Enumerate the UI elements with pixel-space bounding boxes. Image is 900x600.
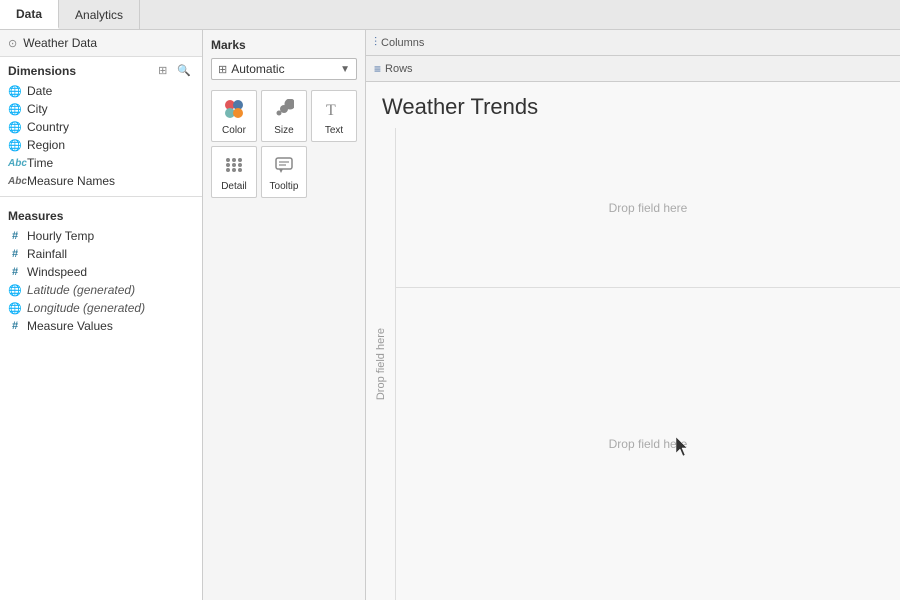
globe-icon: 🌐 <box>8 103 22 116</box>
datasource-icon: ⊙ <box>8 37 17 50</box>
marks-type-dropdown[interactable]: ⊞ Automatic ▼ <box>211 58 357 80</box>
marks-panel: Marks ⊞ Automatic ▼ Color <box>203 30 366 600</box>
field-longitude[interactable]: 🌐 Longitude (generated) <box>4 299 198 317</box>
dimensions-grid-icon[interactable]: ⊞ <box>155 63 170 78</box>
text-icon: T <box>324 99 344 123</box>
abc-icon: Abc <box>8 176 22 187</box>
datasource-name: Weather Data <box>23 36 97 50</box>
marks-buttons-grid: Color Size T <box>211 90 357 198</box>
dropdown-arrow-icon: ▼ <box>340 64 350 75</box>
field-region[interactable]: 🌐 Region <box>4 136 198 154</box>
drop-field-top: Drop field here <box>609 201 688 215</box>
chart-left-shelf[interactable]: Drop field here <box>366 128 396 600</box>
measures-title: Measures <box>8 209 63 223</box>
rows-label: ≡ Rows <box>374 62 434 76</box>
chart-area: Drop field here Drop field here Drop fie… <box>366 128 900 600</box>
section-divider <box>0 196 202 197</box>
cursor-pointer <box>676 437 692 460</box>
dimensions-title: Dimensions <box>8 64 76 78</box>
tab-analytics[interactable]: Analytics <box>59 0 140 29</box>
dimensions-search-icon[interactable]: 🔍 <box>174 63 194 78</box>
svg-text:T: T <box>326 102 336 119</box>
chart-bottom-row[interactable]: Drop field here <box>396 288 900 600</box>
marks-size-button[interactable]: Size <box>261 90 307 142</box>
field-date[interactable]: 🌐 Date <box>4 82 198 100</box>
field-hourly-temp[interactable]: # Hourly Temp <box>4 227 198 245</box>
field-rainfall[interactable]: # Rainfall <box>4 245 198 263</box>
hash-icon: # <box>8 266 22 278</box>
size-icon <box>274 99 294 123</box>
hash-icon: # <box>8 320 22 332</box>
field-latitude[interactable]: 🌐 Latitude (generated) <box>4 281 198 299</box>
field-city[interactable]: 🌐 City <box>4 100 198 118</box>
field-windspeed[interactable]: # Windspeed <box>4 263 198 281</box>
hash-globe-icon: 🌐 <box>8 302 22 315</box>
datasource-header[interactable]: ⊙ Weather Data <box>0 30 202 57</box>
hash-icon: # <box>8 248 22 260</box>
abc-icon: Abc <box>8 158 22 169</box>
marks-color-button[interactable]: Color <box>211 90 257 142</box>
columns-shelf[interactable]: ⫶ Columns <box>366 30 900 56</box>
field-measure-names[interactable]: Abc Measure Names <box>4 172 198 190</box>
chart-title: Weather Trends <box>366 82 900 128</box>
measures-list: # Hourly Temp # Rainfall # Windspeed 🌐 L… <box>0 227 202 335</box>
chart-top-row[interactable]: Drop field here <box>396 128 900 288</box>
dimensions-list: 🌐 Date 🌐 City 🌐 Country 🌐 Region Abc Tim… <box>0 82 202 190</box>
chart-main: Drop field here Drop field here <box>396 128 900 600</box>
hash-globe-icon: 🌐 <box>8 284 22 297</box>
columns-icon: ⫶ <box>374 35 377 50</box>
marks-title: Marks <box>211 38 357 52</box>
field-time[interactable]: Abc Time <box>4 154 198 172</box>
tab-data[interactable]: Data <box>0 0 59 29</box>
detail-icon <box>224 155 244 179</box>
left-panel: ⊙ Weather Data Dimensions ⊞ 🔍 🌐 Date 🌐 C… <box>0 30 203 600</box>
marks-text-button[interactable]: T Text <box>311 90 357 142</box>
field-measure-values[interactable]: # Measure Values <box>4 317 198 335</box>
field-country[interactable]: 🌐 Country <box>4 118 198 136</box>
main-layout: ⊙ Weather Data Dimensions ⊞ 🔍 🌐 Date 🌐 C… <box>0 30 900 600</box>
hash-icon: # <box>8 230 22 242</box>
right-panel: ⫶ Columns ≡ Rows Weather Trends Drop fie… <box>366 30 900 600</box>
dimensions-section-header: Dimensions ⊞ 🔍 <box>0 57 202 82</box>
marks-tooltip-button[interactable]: Tooltip <box>261 146 307 198</box>
marks-detail-button[interactable]: Detail <box>211 146 257 198</box>
globe-icon: 🌐 <box>8 139 22 152</box>
tooltip-icon <box>274 155 294 179</box>
globe-icon: 🌐 <box>8 121 22 134</box>
rows-icon: ≡ <box>374 62 381 76</box>
top-tab-bar: Data Analytics <box>0 0 900 30</box>
measures-section-header: Measures <box>0 203 202 227</box>
rows-shelf[interactable]: ≡ Rows <box>366 56 900 82</box>
marks-type-label: Automatic <box>231 62 284 76</box>
dimensions-icons: ⊞ 🔍 <box>155 63 194 78</box>
globe-icon: 🌐 <box>8 85 22 98</box>
marks-type-icon: ⊞ <box>218 63 227 76</box>
color-icon <box>224 99 244 123</box>
drop-field-left: Drop field here <box>375 328 387 400</box>
columns-label: ⫶ Columns <box>374 35 434 50</box>
